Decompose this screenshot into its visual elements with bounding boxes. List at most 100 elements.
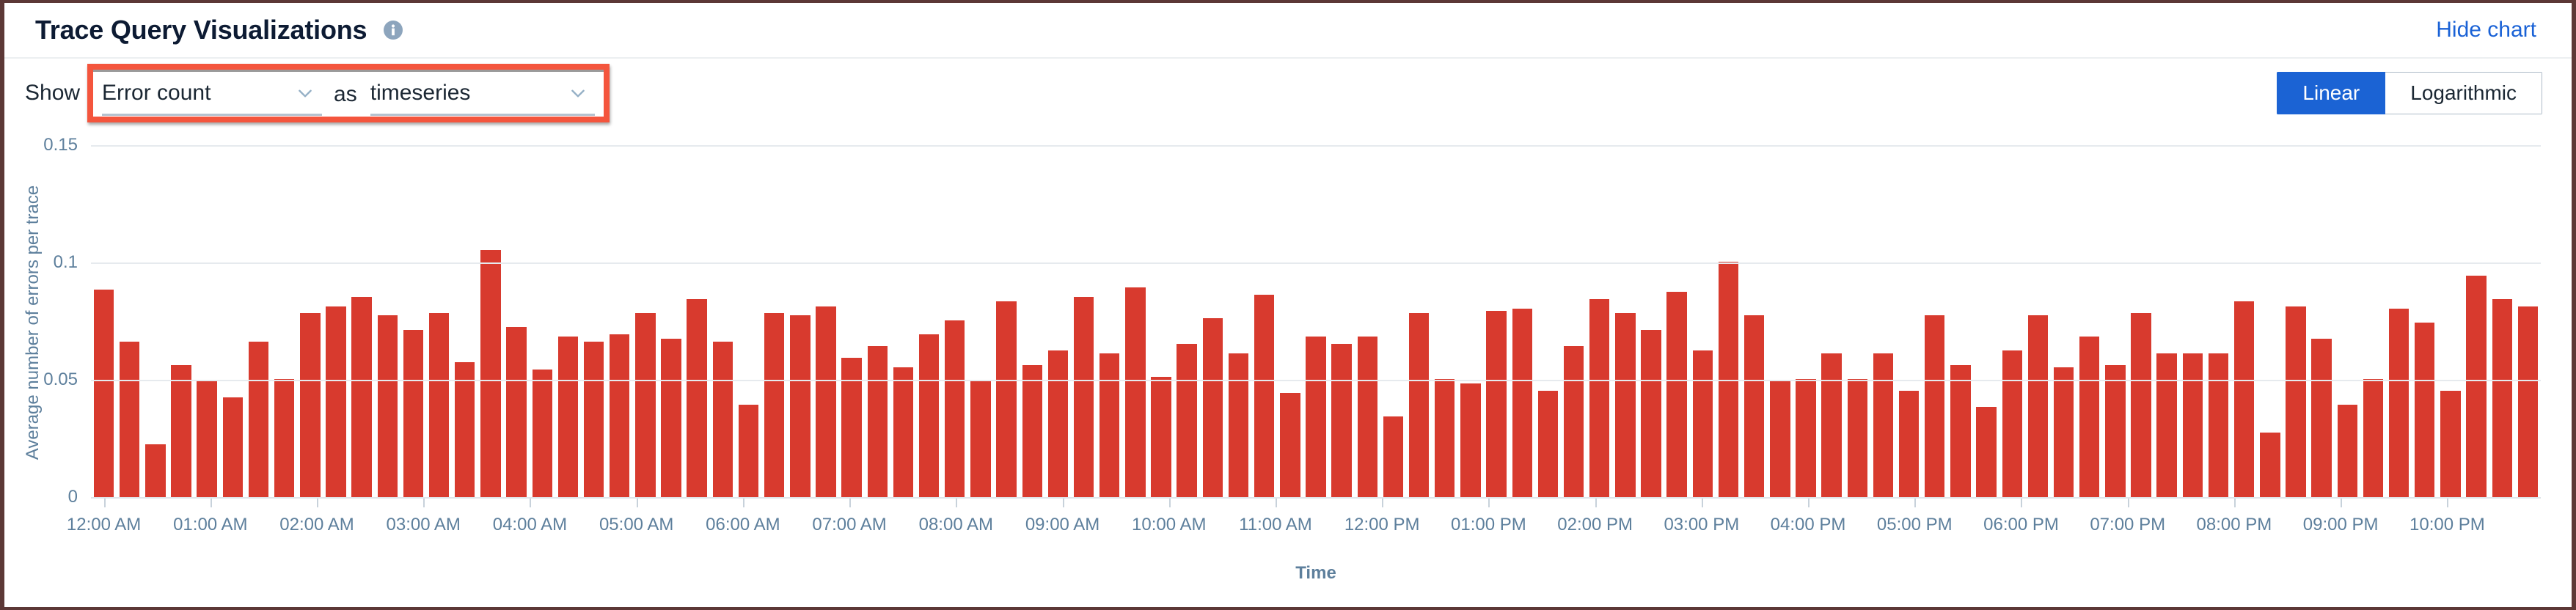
visualization-select[interactable]: timeseries [370, 73, 595, 116]
bar[interactable] [2311, 339, 2332, 499]
bar[interactable] [1383, 416, 1404, 499]
bar[interactable] [867, 346, 888, 499]
bar[interactable] [893, 367, 914, 499]
bar[interactable] [1435, 378, 1455, 499]
bar[interactable] [1821, 353, 1842, 499]
bar[interactable] [2079, 337, 2100, 499]
bar[interactable] [996, 301, 1017, 499]
bar[interactable] [1099, 353, 1120, 499]
bar[interactable] [248, 341, 269, 499]
bar[interactable] [1796, 378, 1816, 499]
bar[interactable] [455, 362, 475, 499]
bar[interactable] [1512, 308, 1532, 499]
bar-chart-plot[interactable]: 0 0.05 0.1 0.15 12:00 AM 01:00 AM 02:00 AM 03:0… [43, 135, 2541, 534]
bar[interactable] [1306, 337, 1326, 499]
bar[interactable] [841, 358, 862, 499]
bar[interactable] [326, 306, 346, 499]
bar[interactable] [2260, 433, 2280, 499]
info-icon[interactable] [381, 18, 405, 42]
bar[interactable] [1073, 296, 1094, 499]
bar[interactable] [1563, 346, 1584, 499]
bar[interactable] [1873, 353, 1894, 499]
bar[interactable] [1202, 317, 1223, 499]
bar[interactable] [480, 249, 501, 499]
bar[interactable] [2286, 306, 2306, 499]
bar[interactable] [816, 306, 836, 499]
bar[interactable] [2337, 405, 2358, 499]
scale-logarithmic-button[interactable]: Logarithmic [2385, 72, 2542, 114]
bar[interactable] [2415, 323, 2435, 499]
bar[interactable] [1615, 313, 1636, 499]
bar[interactable] [764, 313, 785, 499]
bar[interactable] [2363, 378, 2384, 499]
bar[interactable] [145, 444, 166, 499]
hide-chart-link[interactable]: Hide chart [2436, 18, 2542, 43]
bar[interactable] [120, 341, 140, 499]
bar[interactable] [2002, 350, 2022, 499]
bar[interactable] [635, 313, 656, 499]
bar[interactable] [2131, 313, 2151, 499]
bar[interactable] [2233, 301, 2255, 499]
bar[interactable] [687, 299, 707, 499]
bar[interactable] [1357, 337, 1378, 499]
bar[interactable] [2492, 299, 2512, 499]
bar[interactable] [661, 339, 681, 499]
bar[interactable] [2208, 353, 2229, 499]
bar[interactable] [1177, 343, 1197, 499]
bar[interactable] [1925, 315, 1945, 499]
bar[interactable] [790, 315, 811, 499]
bar[interactable] [1331, 343, 1352, 499]
bar[interactable] [506, 327, 527, 499]
bar[interactable] [970, 381, 991, 499]
bar[interactable] [1460, 383, 1481, 499]
bar[interactable] [532, 370, 552, 499]
bar[interactable] [377, 315, 398, 499]
bar[interactable] [1022, 364, 1042, 499]
bar[interactable] [1254, 294, 1275, 499]
bar[interactable] [351, 296, 372, 499]
bar[interactable] [1666, 292, 1687, 499]
bar[interactable] [1125, 287, 1146, 499]
bar[interactable] [403, 329, 424, 499]
bar[interactable] [1770, 381, 1790, 499]
bar[interactable] [1589, 299, 1610, 499]
bar[interactable] [171, 364, 191, 499]
bar[interactable] [583, 341, 604, 499]
bar[interactable] [918, 334, 940, 499]
bar[interactable] [2517, 306, 2539, 499]
bar[interactable] [300, 313, 321, 499]
bar[interactable] [1280, 393, 1300, 499]
bar[interactable] [1228, 353, 1249, 499]
metric-select[interactable]: Error count [102, 73, 323, 116]
bar[interactable] [1151, 376, 1171, 499]
bar[interactable] [2105, 364, 2126, 499]
bar[interactable] [1047, 350, 1069, 499]
bar[interactable] [2440, 390, 2461, 499]
bar[interactable] [1950, 364, 1971, 499]
bar[interactable] [1743, 315, 1765, 499]
bar[interactable] [197, 381, 217, 499]
bar[interactable] [93, 290, 114, 499]
bar[interactable] [557, 337, 579, 499]
bar[interactable] [2388, 308, 2409, 499]
bar[interactable] [1898, 390, 1920, 499]
bar[interactable] [738, 405, 759, 499]
bar[interactable] [1537, 390, 1559, 499]
bar[interactable] [610, 334, 630, 499]
bar[interactable] [1641, 329, 1661, 499]
bar[interactable] [2466, 276, 2487, 499]
bar[interactable] [945, 320, 965, 499]
bar[interactable] [712, 341, 733, 499]
bar[interactable] [2156, 353, 2177, 499]
scale-linear-button[interactable]: Linear [2277, 72, 2386, 114]
bar[interactable] [274, 378, 295, 499]
bar[interactable] [1486, 311, 1507, 499]
bar[interactable] [1847, 378, 1868, 499]
bar[interactable] [2027, 315, 2049, 499]
bar[interactable] [1692, 350, 1713, 499]
bar[interactable] [1408, 313, 1430, 499]
bar[interactable] [222, 397, 244, 499]
bar[interactable] [2053, 367, 2074, 499]
bar[interactable] [2182, 353, 2203, 499]
bar[interactable] [428, 313, 450, 499]
